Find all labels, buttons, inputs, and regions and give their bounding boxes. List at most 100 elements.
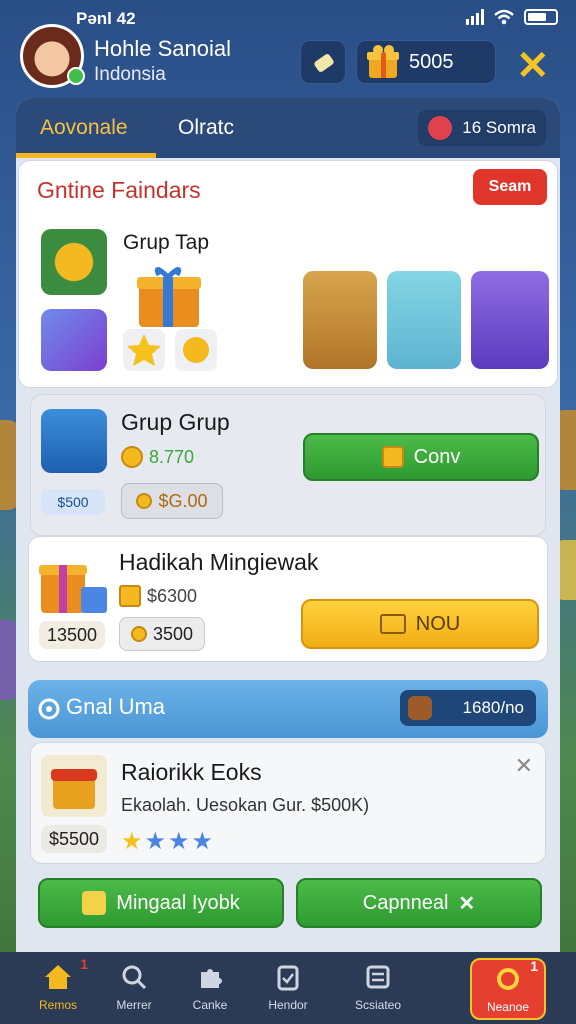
gift-title: Hadikah Mingiewak [119, 549, 319, 575]
clipboard-icon [277, 965, 299, 991]
home-icon [45, 965, 71, 989]
bottom-nav: 1 Remos Merrer Canke Hendor Scsiateo 1 N… [0, 952, 576, 1024]
coin-icon [121, 446, 143, 468]
signal-icon [466, 9, 484, 25]
puzzle-icon [201, 969, 222, 988]
gift-offer-row: Hadikah Mingiewak $6300 13500 3500 NOU [28, 536, 548, 662]
group-title: Grup Grup [121, 409, 230, 435]
verified-badge-icon [67, 67, 85, 85]
group-amount: 8.770 [121, 441, 194, 473]
reward-description: Ekaolah. Uesokan Gur. $500K) [121, 795, 370, 815]
group-offer-row: Grup Grup 8.770 $500 $G.00 Conv [30, 394, 546, 536]
star-icon: ★ [168, 828, 192, 855]
now-button-label: NOU [415, 612, 461, 635]
nav-label: Merrer [116, 998, 152, 1012]
character-avatar-icon [41, 409, 107, 473]
group-price-value: $G.00 [158, 490, 208, 511]
nav-label: Canke [192, 998, 228, 1012]
star-icon: ★ [144, 828, 169, 855]
ornament-icon [428, 116, 452, 140]
section-title: Gntine Faindars [37, 177, 201, 203]
avatar[interactable] [20, 24, 85, 88]
star-icon[interactable] [123, 329, 165, 371]
group-price-chip[interactable]: $G.00 [121, 483, 223, 519]
convert-button-label: Conv [413, 445, 461, 468]
gift-cost-value: 3500 [152, 623, 194, 644]
tab-bar: Aovonale Olratc 16 Somra [16, 98, 560, 158]
gift-price-chip: 13500 [39, 621, 105, 649]
ring-icon [497, 968, 519, 990]
now-button[interactable]: NOU [301, 599, 539, 649]
coin-icon [119, 585, 141, 607]
reward-price-value: $5500 [48, 828, 100, 849]
coin-balance[interactable]: 5005 [356, 40, 496, 84]
target-icon [38, 698, 60, 720]
gift-box-icon [39, 565, 107, 613]
character-portrait-icon[interactable] [303, 271, 377, 369]
tab-aovonale[interactable]: Aovonale [40, 116, 128, 140]
gift-box-icon [367, 45, 399, 78]
ticket-icon [379, 614, 406, 634]
group-amount-value: 8.770 [149, 446, 195, 467]
dismiss-icon[interactable]: ✕ [515, 753, 533, 779]
reward-row: Raiorikk Eoks Ekaolah. Uesokan Gur. $500… [30, 742, 546, 864]
nav-label: Remos [38, 998, 77, 1012]
nav-label: Hendor [268, 998, 308, 1012]
star-icon: ★ [191, 828, 216, 855]
coin-amount: 5005 [409, 50, 454, 73]
mingaal-button-label: Mingaal Iyobk [116, 891, 240, 914]
user-name: Hohle Sanoial [94, 36, 231, 61]
convert-button[interactable]: Conv [303, 433, 539, 481]
ticket-icon [381, 446, 404, 468]
status-icons [466, 9, 558, 25]
main-panel: Aovonale Olratc 16 Somra Gntine Faindars… [16, 98, 560, 968]
coin-icon [136, 493, 153, 509]
gift-amount: $6300 [119, 581, 197, 611]
section-bar-title: Gnal Uma [66, 694, 166, 719]
pencil-icon [314, 54, 334, 72]
group-label: Grup Tap [123, 231, 209, 254]
cancel-button[interactable]: Capnneal ✕ [296, 878, 542, 928]
bag-icon [408, 696, 432, 720]
tab-olratc[interactable]: Olratc [178, 116, 234, 140]
coin-icon[interactable] [175, 329, 217, 371]
group-badge: $500 [41, 489, 105, 515]
coin-icon [130, 626, 147, 642]
pencil-icon [82, 891, 107, 915]
gift-cost-chip[interactable]: 3500 [119, 617, 205, 651]
treasure-chest-icon [41, 755, 107, 817]
star-rating: ★★★★ [121, 827, 215, 856]
star-icon: ★ [121, 828, 145, 855]
crystal-ball-icon[interactable] [471, 271, 549, 369]
user-country: Indonsia [94, 64, 166, 85]
friends-card: Gntine Faindars Seam Grup Tap [18, 160, 558, 388]
reward-price: $5500 [41, 825, 107, 853]
section-bar-counter: 1680/no [400, 690, 536, 726]
gift-price-value: 13500 [46, 624, 98, 645]
nav-item-clipboard[interactable]: Hendor [240, 958, 336, 1020]
nav-item-list[interactable]: Scsiateo [330, 958, 426, 1020]
nav-item-notifications[interactable]: 1 Neanoe [470, 958, 546, 1020]
active-tab-indicator [16, 153, 156, 158]
close-icon: ✕ [458, 892, 476, 915]
gift-box-icon[interactable] [133, 263, 205, 329]
nav-label: Scsiateo [354, 998, 402, 1012]
wifi-icon [494, 9, 514, 25]
gift-amount-value: $6300 [147, 585, 198, 606]
group-badge-value: $500 [57, 494, 89, 510]
list-icon [366, 965, 390, 989]
seam-button[interactable]: Seam [473, 169, 547, 205]
profile-header: Hohle Sanoial Indonsia 5005 ✕ [0, 24, 576, 102]
sun-icon[interactable] [41, 229, 107, 295]
tab-counter: 16 Somra [418, 110, 546, 146]
character-wizard-icon[interactable] [387, 271, 461, 369]
tab-counter-label: 16 Somra [462, 118, 536, 137]
mingaal-button[interactable]: Mingaal Iyobk [38, 878, 284, 928]
cancel-button-label: Capnneal [362, 891, 449, 914]
close-icon[interactable]: ✕ [516, 46, 550, 86]
crystal-icon[interactable] [41, 309, 107, 371]
edit-button[interactable] [300, 40, 346, 84]
battery-icon [524, 9, 558, 25]
section-bar-counter-value: 1680/no [462, 698, 524, 717]
search-icon [122, 965, 147, 990]
